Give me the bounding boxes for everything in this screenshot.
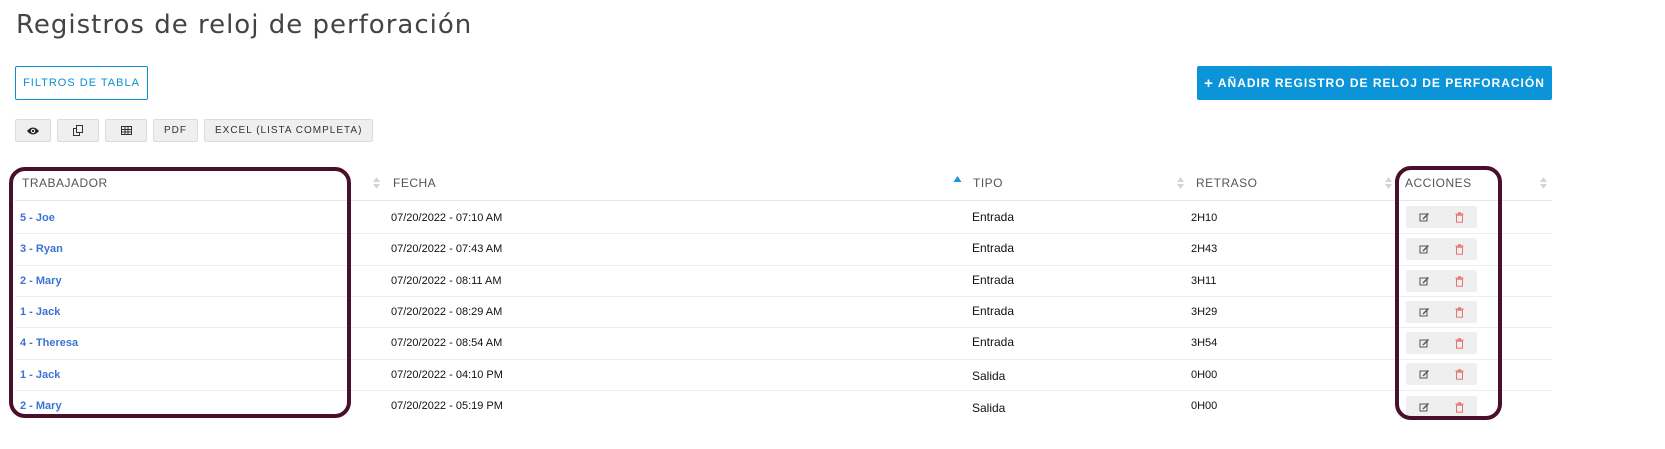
type-cell: Entrada [972, 241, 1015, 255]
copy-button[interactable] [57, 119, 99, 142]
edit-icon[interactable] [1419, 276, 1430, 287]
sort-both-icon[interactable] [1176, 176, 1185, 190]
delay-cell: 0H00 [1191, 400, 1218, 412]
plus-icon: + [1204, 74, 1214, 92]
type-cell: Entrada [972, 210, 1015, 224]
edit-icon[interactable] [1419, 338, 1430, 349]
add-punch-record-button[interactable]: + AÑADIR REGISTRO DE RELOJ DE PERFORACIÓ… [1197, 66, 1552, 100]
date-cell: 07/20/2022 - 08:29 AM [391, 306, 503, 318]
row-actions [1406, 363, 1477, 385]
worker-link[interactable]: 2 - Mary [20, 400, 62, 412]
header-divider [15, 200, 1552, 201]
date-cell: 07/20/2022 - 05:19 PM [391, 400, 503, 412]
table-icon [120, 126, 132, 135]
eye-icon [27, 127, 39, 134]
row-divider [15, 296, 1552, 297]
worker-link[interactable]: 3 - Ryan [20, 243, 63, 255]
row-actions [1406, 396, 1477, 418]
type-cell: Entrada [972, 304, 1015, 318]
row-divider [15, 390, 1552, 391]
row-divider [15, 265, 1552, 266]
date-cell: 07/20/2022 - 07:10 AM [391, 212, 503, 224]
date-cell: 07/20/2022 - 08:11 AM [391, 275, 502, 287]
row-divider [15, 359, 1552, 360]
delay-cell: 0H00 [1191, 369, 1218, 381]
delay-cell: 2H10 [1191, 212, 1218, 224]
edit-icon[interactable] [1419, 307, 1430, 318]
column-header-delay[interactable]: RETRASO [1196, 176, 1258, 190]
trash-icon[interactable] [1455, 368, 1464, 380]
column-visibility-button[interactable] [15, 119, 51, 142]
sort-both-icon[interactable] [372, 176, 381, 190]
delay-cell: 3H29 [1191, 306, 1218, 318]
row-divider [15, 233, 1552, 234]
copy-icon [72, 125, 83, 136]
row-actions [1406, 332, 1477, 354]
sort-asc-icon[interactable] [953, 174, 962, 188]
type-cell: Salida [972, 401, 1006, 415]
column-header-type[interactable]: TIPO [973, 176, 1003, 190]
page-title: Registros de reloj de perforación [16, 10, 473, 40]
row-actions [1406, 238, 1477, 260]
trash-icon[interactable] [1455, 306, 1464, 318]
edit-icon[interactable] [1419, 212, 1430, 223]
sort-both-icon[interactable] [1539, 176, 1548, 190]
row-actions [1406, 270, 1477, 292]
column-header-worker[interactable]: TRABAJADOR [22, 176, 108, 190]
edit-icon[interactable] [1419, 244, 1430, 255]
trash-icon[interactable] [1455, 243, 1464, 255]
worker-link[interactable]: 4 - Theresa [20, 337, 78, 349]
row-actions [1406, 206, 1477, 228]
edit-icon[interactable] [1419, 402, 1430, 413]
type-cell: Entrada [972, 273, 1015, 287]
worker-link[interactable]: 1 - Jack [20, 306, 60, 318]
column-header-actions: ACCIONES [1405, 176, 1472, 190]
type-cell: Salida [972, 369, 1006, 383]
worker-link[interactable]: 1 - Jack [20, 369, 60, 381]
row-divider [15, 327, 1552, 328]
pdf-button[interactable]: PDF [153, 119, 198, 142]
trash-icon[interactable] [1455, 337, 1464, 349]
worker-link[interactable]: 2 - Mary [20, 275, 62, 287]
delay-cell: 2H43 [1191, 243, 1218, 255]
type-cell: Entrada [972, 335, 1015, 349]
date-cell: 07/20/2022 - 07:43 AM [391, 243, 503, 255]
trash-icon[interactable] [1455, 211, 1464, 223]
trash-icon[interactable] [1455, 275, 1464, 287]
delay-cell: 3H54 [1191, 337, 1218, 349]
excel-full-list-button[interactable]: EXCEL (LISTA COMPLETA) [204, 119, 374, 142]
delay-cell: 3H11 [1191, 275, 1217, 287]
worker-link[interactable]: 5 - Joe [20, 212, 55, 224]
add-punch-record-label: AÑADIR REGISTRO DE RELOJ DE PERFORACIÓN [1217, 76, 1545, 90]
trash-icon[interactable] [1455, 401, 1464, 413]
table-filters-button[interactable]: FILTROS DE TABLA [15, 66, 148, 100]
csv-button[interactable] [105, 119, 147, 142]
row-actions [1406, 301, 1477, 323]
column-header-date[interactable]: FECHA [393, 176, 436, 190]
date-cell: 07/20/2022 - 08:54 AM [391, 337, 503, 349]
sort-both-icon[interactable] [1384, 176, 1393, 190]
edit-icon[interactable] [1419, 369, 1430, 380]
export-toolbar: PDF EXCEL (LISTA COMPLETA) [15, 119, 374, 142]
date-cell: 07/20/2022 - 04:10 PM [391, 369, 503, 381]
